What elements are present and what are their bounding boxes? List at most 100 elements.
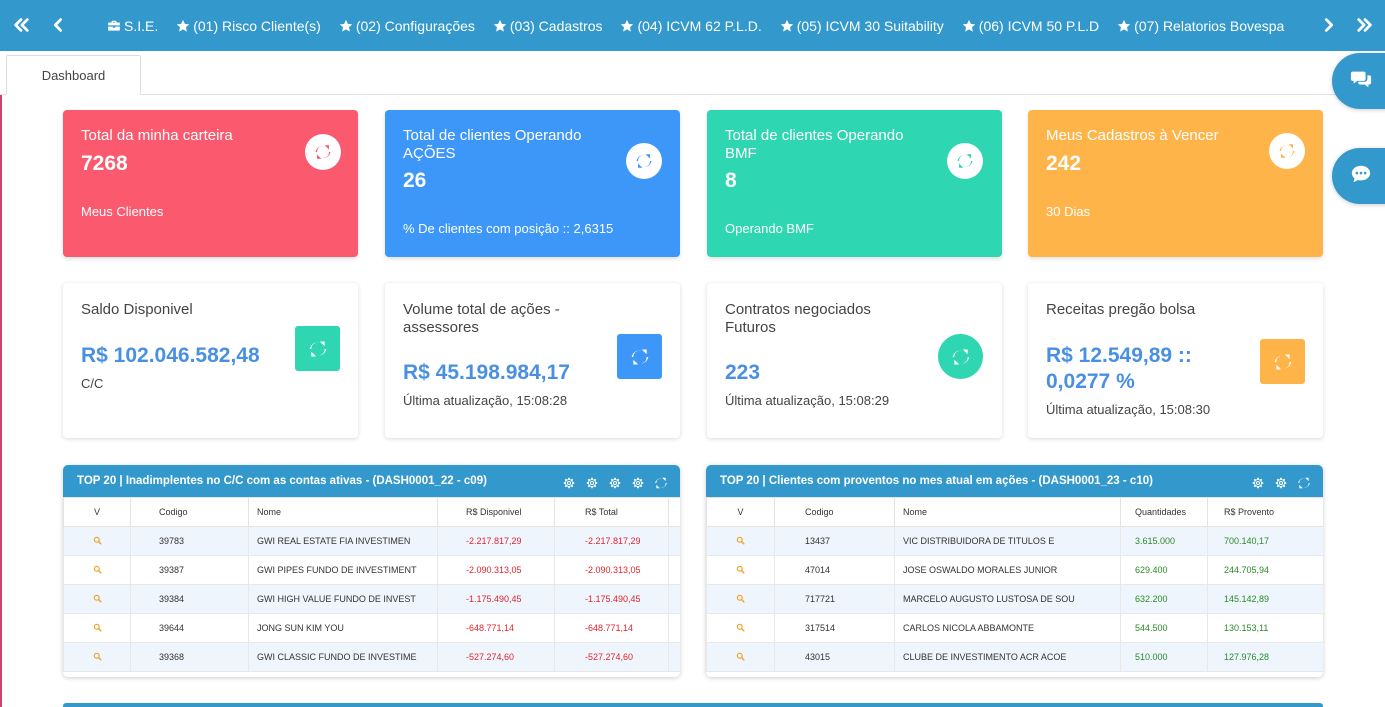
nav-item-sie[interactable]: S.I.E. <box>107 18 158 34</box>
card-value: 7268 <box>81 152 128 175</box>
tab-dashboard[interactable]: Dashboard <box>6 55 141 95</box>
column-header[interactable]: Nome <box>894 497 1121 527</box>
left-accent-line <box>0 95 2 707</box>
table-row[interactable]: 39384 GWI HIGH VALUE FUNDO DE INVEST -1.… <box>63 584 680 614</box>
column-header[interactable]: R$ Disponivel <box>437 497 555 527</box>
table-row[interactable]: 47014 JOSE OSWALDO MORALES JUNIOR 629.40… <box>706 555 1323 585</box>
nav-item-risco-clientes[interactable]: (01) Risco Cliente(s) <box>176 18 321 34</box>
refresh-button[interactable] <box>305 134 341 170</box>
nav-item-icvm50[interactable]: (06) ICVM 50 P.L.D <box>962 18 1099 34</box>
cell-nome: CLUBE DE INVESTIMENTO ACR ACOE <box>894 642 1121 672</box>
stat-title: Contratos negociados Futuros <box>725 301 871 336</box>
double-chevron-right-icon[interactable] <box>1354 14 1376 36</box>
scroll-gutter <box>668 555 680 585</box>
column-header[interactable]: V <box>706 497 775 527</box>
card-subtitle: Operando BMF <box>725 221 814 236</box>
message-button[interactable] <box>1332 148 1385 204</box>
search-icon <box>736 594 745 603</box>
nav-item-configuracoes[interactable]: (02) Configurações <box>339 18 475 34</box>
scroll-gutter <box>668 584 680 614</box>
nav-item-label: (01) Risco Cliente(s) <box>193 17 321 34</box>
view-button[interactable] <box>706 642 775 672</box>
sync-icon[interactable] <box>654 476 668 490</box>
nav-item-relatorios-bovespa[interactable]: (07) Relatorios Bovespa <box>1117 18 1284 34</box>
gear-icon[interactable] <box>608 476 622 490</box>
column-header[interactable]: R$ Total <box>554 497 669 527</box>
view-button[interactable] <box>706 526 775 556</box>
nav-item-icvm30[interactable]: (05) ICVM 30 Suitability <box>780 18 944 34</box>
nav-item-label: (06) ICVM 50 P.L.D <box>978 17 1100 34</box>
cell-provento: 127.976,28 <box>1207 642 1323 672</box>
view-button[interactable] <box>63 584 131 614</box>
column-header[interactable]: R$ Provento <box>1207 497 1323 527</box>
view-button[interactable] <box>706 555 775 585</box>
table-row[interactable]: 39783 GWI REAL ESTATE FIA INVESTIMEN -2.… <box>63 526 680 556</box>
cell-disponivel: -2.217.817,29 <box>437 526 555 556</box>
column-header[interactable]: Nome <box>248 497 438 527</box>
view-button[interactable] <box>706 584 775 614</box>
refresh-button[interactable] <box>617 334 662 379</box>
gear-icon[interactable] <box>585 476 599 490</box>
view-button[interactable] <box>63 555 131 585</box>
comments-icon <box>1350 68 1372 95</box>
table-row[interactable]: 39387 GWI PIPES FUNDO DE INVESTIMENT -2.… <box>63 555 680 585</box>
gear-icon[interactable] <box>1251 476 1265 490</box>
view-button[interactable] <box>63 613 131 643</box>
view-button[interactable] <box>63 642 131 672</box>
stat-title: Saldo Disponivel <box>81 301 193 318</box>
stat-receitas-pregao: Receitas pregão bolsa R$ 12.549,89 :: 0,… <box>1028 283 1323 438</box>
cell-provento: 145.142,89 <box>1207 584 1323 614</box>
table-row[interactable]: 717721 MARCELO AUGUSTO LUSTOSA DE SOU 63… <box>706 584 1323 614</box>
refresh-button[interactable] <box>938 334 983 379</box>
table-row[interactable]: 13437 VIC DISTRIBUIDORA DE TITULOS E 3.6… <box>706 526 1323 556</box>
nav-item-label: S.I.E. <box>124 17 159 34</box>
star-icon <box>493 19 507 33</box>
refresh-button[interactable] <box>1269 133 1305 169</box>
double-chevron-left-icon[interactable] <box>10 14 32 36</box>
cell-quantidades: 510.000 <box>1120 642 1208 672</box>
stat-saldo-disponivel: Saldo Disponivel R$ 102.046.582,48 C/C <box>63 283 358 438</box>
cell-codigo: 317514 <box>774 613 895 643</box>
next-panel-header <box>63 703 1323 707</box>
cell-provento: 130.153,11 <box>1207 613 1323 643</box>
cell-nome: VIC DISTRIBUIDORA DE TITULOS E <box>894 526 1121 556</box>
table-row[interactable]: 39644 JONG SUN KIM YOU -648.771,14 -648.… <box>63 613 680 643</box>
refresh-button[interactable] <box>1260 339 1305 384</box>
chevron-right-icon[interactable] <box>1318 14 1340 36</box>
card-title: Total de clientes Operando BMF <box>725 127 904 162</box>
card-subtitle: Meus Clientes <box>81 204 164 219</box>
card-subtitle: % De clientes com posição :: 2,6315 <box>403 221 614 236</box>
search-icon <box>93 536 102 545</box>
column-header[interactable]: Codigo <box>130 497 249 527</box>
card-title: Total de clientes Operando AÇÕES <box>403 127 582 162</box>
chevron-left-icon[interactable] <box>47 14 69 36</box>
gear-icon[interactable] <box>562 476 576 490</box>
column-header[interactable]: Codigo <box>774 497 895 527</box>
nav-item-icvm62[interactable]: (04) ICVM 62 P.L.D. <box>620 18 762 34</box>
sync-icon[interactable] <box>1297 476 1311 490</box>
cell-codigo: 43015 <box>774 642 895 672</box>
gear-icon[interactable] <box>631 476 645 490</box>
scroll-gutter <box>668 642 680 672</box>
chat-button[interactable] <box>1332 53 1385 109</box>
cell-codigo: 717721 <box>774 584 895 614</box>
column-header[interactable]: V <box>63 497 131 527</box>
nav-item-label: (05) ICVM 30 Suitability <box>796 17 944 34</box>
table-row[interactable]: 317514 CARLOS NICOLA ABBAMONTE 544.500 1… <box>706 613 1323 643</box>
data-table: V Codigo Nome Quantidades R$ Provento 13… <box>706 497 1323 672</box>
gear-icon[interactable] <box>1274 476 1288 490</box>
cell-provento: 700.140,17 <box>1207 526 1323 556</box>
cell-quantidades: 3.615.000 <box>1120 526 1208 556</box>
view-button[interactable] <box>706 613 775 643</box>
stat-subtitle: Última atualização, 15:08:28 <box>403 393 568 408</box>
column-header[interactable]: Quantidades <box>1120 497 1208 527</box>
nav-item-cadastros[interactable]: (03) Cadastros <box>493 18 602 34</box>
card-cadastros-vencer: Meus Cadastros à Vencer 242 30 Dias <box>1028 110 1323 257</box>
view-button[interactable] <box>63 526 131 556</box>
table-row[interactable]: 43015 CLUBE DE INVESTIMENTO ACR ACOE 510… <box>706 642 1323 672</box>
refresh-button[interactable] <box>295 326 340 371</box>
refresh-button[interactable] <box>626 143 662 179</box>
table-row[interactable]: 39368 GWI CLASSIC FUNDO DE INVESTIME -52… <box>63 642 680 672</box>
stat-value: R$ 102.046.582,48 <box>81 344 260 367</box>
refresh-button[interactable] <box>947 143 983 179</box>
